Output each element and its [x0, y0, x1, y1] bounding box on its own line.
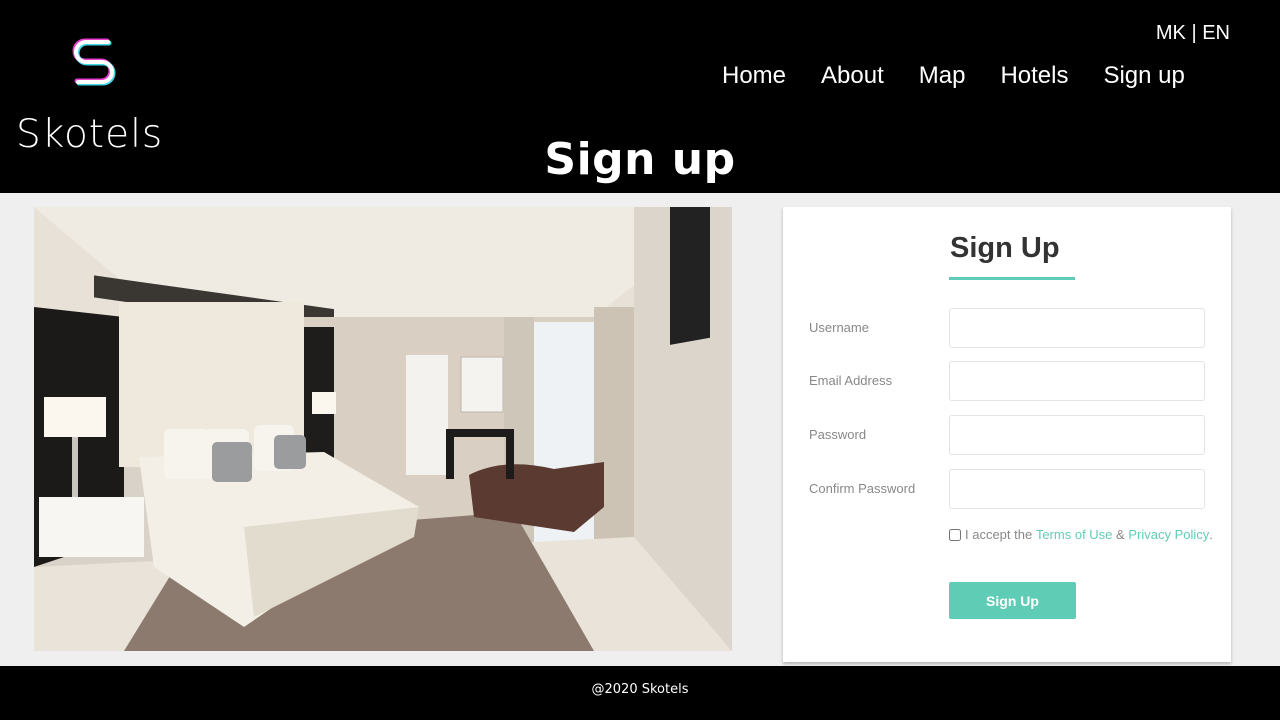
hotel-room-photo: [34, 207, 732, 651]
language-switcher: MK | EN: [1156, 22, 1230, 45]
main-content: Sign Up Username Email Address Password …: [0, 193, 1280, 666]
password-input[interactable]: [949, 415, 1205, 455]
site-header: Skotels MK | EN Home About Map Hotels Si…: [0, 0, 1280, 193]
site-footer: @2020 Skotels: [0, 666, 1280, 720]
email-row: Email Address: [809, 361, 1205, 401]
nav-home[interactable]: Home: [722, 62, 786, 90]
nav-about[interactable]: About: [821, 62, 884, 90]
terms-row: I accept the Terms of Use & Privacy Poli…: [949, 527, 1213, 542]
lang-en-link[interactable]: EN: [1202, 22, 1230, 44]
privacy-policy-link[interactable]: Privacy Policy: [1128, 527, 1209, 542]
sign-up-button[interactable]: Sign Up: [949, 582, 1076, 619]
password-row: Password: [809, 415, 1205, 455]
username-input[interactable]: [949, 308, 1205, 348]
email-input[interactable]: [949, 361, 1205, 401]
terms-of-use-link[interactable]: Terms of Use: [1036, 527, 1113, 542]
confirm-password-input[interactable]: [949, 469, 1205, 509]
bedroom-image: [34, 207, 732, 651]
nav-hotels[interactable]: Hotels: [1000, 62, 1068, 90]
password-label: Password: [809, 427, 867, 442]
copyright-text: @2020 Skotels: [591, 682, 689, 697]
email-label: Email Address: [809, 373, 893, 388]
lang-mk-link[interactable]: MK: [1156, 22, 1186, 44]
lang-separator: |: [1191, 22, 1197, 44]
nav-map[interactable]: Map: [919, 62, 966, 90]
terms-and: &: [1116, 527, 1125, 542]
username-label: Username: [809, 320, 869, 335]
form-title: Sign Up: [950, 232, 1060, 264]
page-title: Sign up: [544, 134, 736, 185]
main-nav: Home About Map Hotels Sign up: [722, 62, 1185, 90]
terms-checkbox[interactable]: [949, 528, 961, 541]
username-row: Username: [809, 308, 1205, 348]
confirm-password-row: Confirm Password: [809, 469, 1205, 509]
nav-sign-up[interactable]: Sign up: [1103, 62, 1184, 90]
title-underline: [949, 277, 1075, 280]
s-logo-icon[interactable]: [68, 32, 120, 94]
confirm-password-label: Confirm Password: [809, 481, 916, 496]
terms-suffix: .: [1209, 527, 1213, 542]
signup-form: Sign Up Username Email Address Password …: [783, 207, 1231, 662]
terms-prefix: I accept the: [965, 527, 1033, 542]
